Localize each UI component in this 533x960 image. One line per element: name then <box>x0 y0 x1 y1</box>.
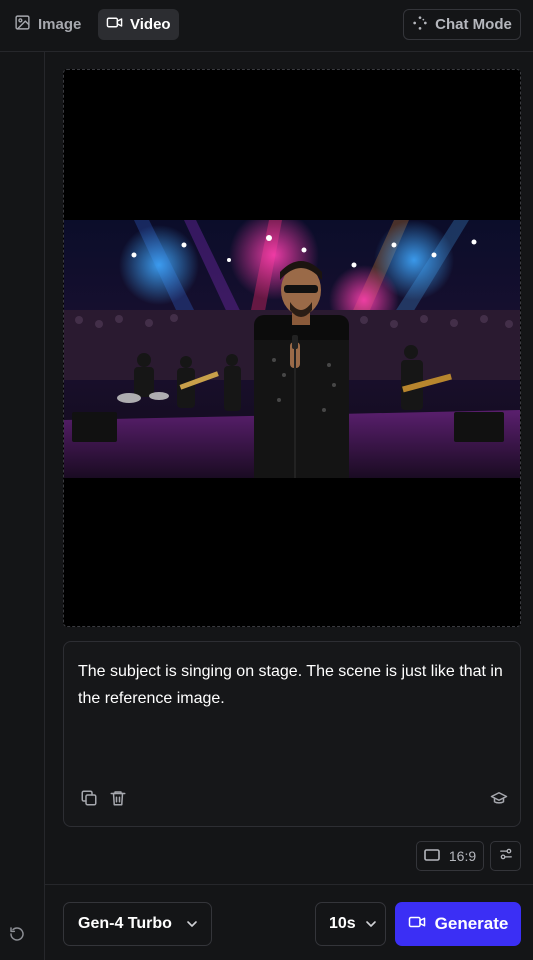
generate-label: Generate <box>434 914 509 933</box>
trash-icon <box>109 789 127 812</box>
generate-button[interactable]: Generate <box>395 902 521 946</box>
reference-media-panel[interactable] <box>63 69 521 627</box>
delete-button[interactable] <box>108 790 128 810</box>
model-select[interactable]: Gen-4 Turbo <box>63 902 212 946</box>
prompt-box[interactable]: The subject is singing on stage. The sce… <box>63 641 521 827</box>
reference-image <box>64 220 520 478</box>
top-bar: Image Video Chat Mode <box>0 0 533 52</box>
tab-video[interactable]: Video <box>98 9 179 40</box>
aspect-ratio-label: 16:9 <box>448 848 477 864</box>
tab-image[interactable]: Image <box>6 9 89 40</box>
prompt-text[interactable]: The subject is singing on stage. The sce… <box>78 658 503 712</box>
tab-video-label: Video <box>130 16 171 33</box>
duration-select-label: 10s <box>329 915 356 932</box>
video-camera-icon <box>408 913 426 936</box>
concert-stage-photo <box>64 220 520 478</box>
prompt-guide-button[interactable] <box>489 790 509 810</box>
undo-history-icon <box>9 926 25 947</box>
history-button[interactable] <box>7 926 27 946</box>
left-rail <box>0 52 45 960</box>
chat-mode-button[interactable]: Chat Mode <box>403 9 521 40</box>
graduation-cap-icon <box>490 789 508 812</box>
copy-icon <box>80 789 98 812</box>
chevron-down-icon <box>365 918 377 930</box>
chat-mode-label: Chat Mode <box>435 16 512 33</box>
aspect-ratio-icon <box>424 848 440 864</box>
sparkle-dots-icon <box>412 15 428 35</box>
model-select-label: Gen-4 Turbo <box>78 915 172 932</box>
duration-select[interactable]: 10s <box>315 902 386 946</box>
aspect-ratio-button[interactable]: 16:9 <box>416 841 484 871</box>
image-icon <box>14 14 31 35</box>
tab-image-label: Image <box>38 16 82 33</box>
settings-button[interactable] <box>490 841 521 871</box>
copy-button[interactable] <box>79 790 99 810</box>
video-camera-icon <box>106 14 123 35</box>
chevron-down-icon <box>186 918 198 930</box>
sliders-icon <box>499 847 513 866</box>
